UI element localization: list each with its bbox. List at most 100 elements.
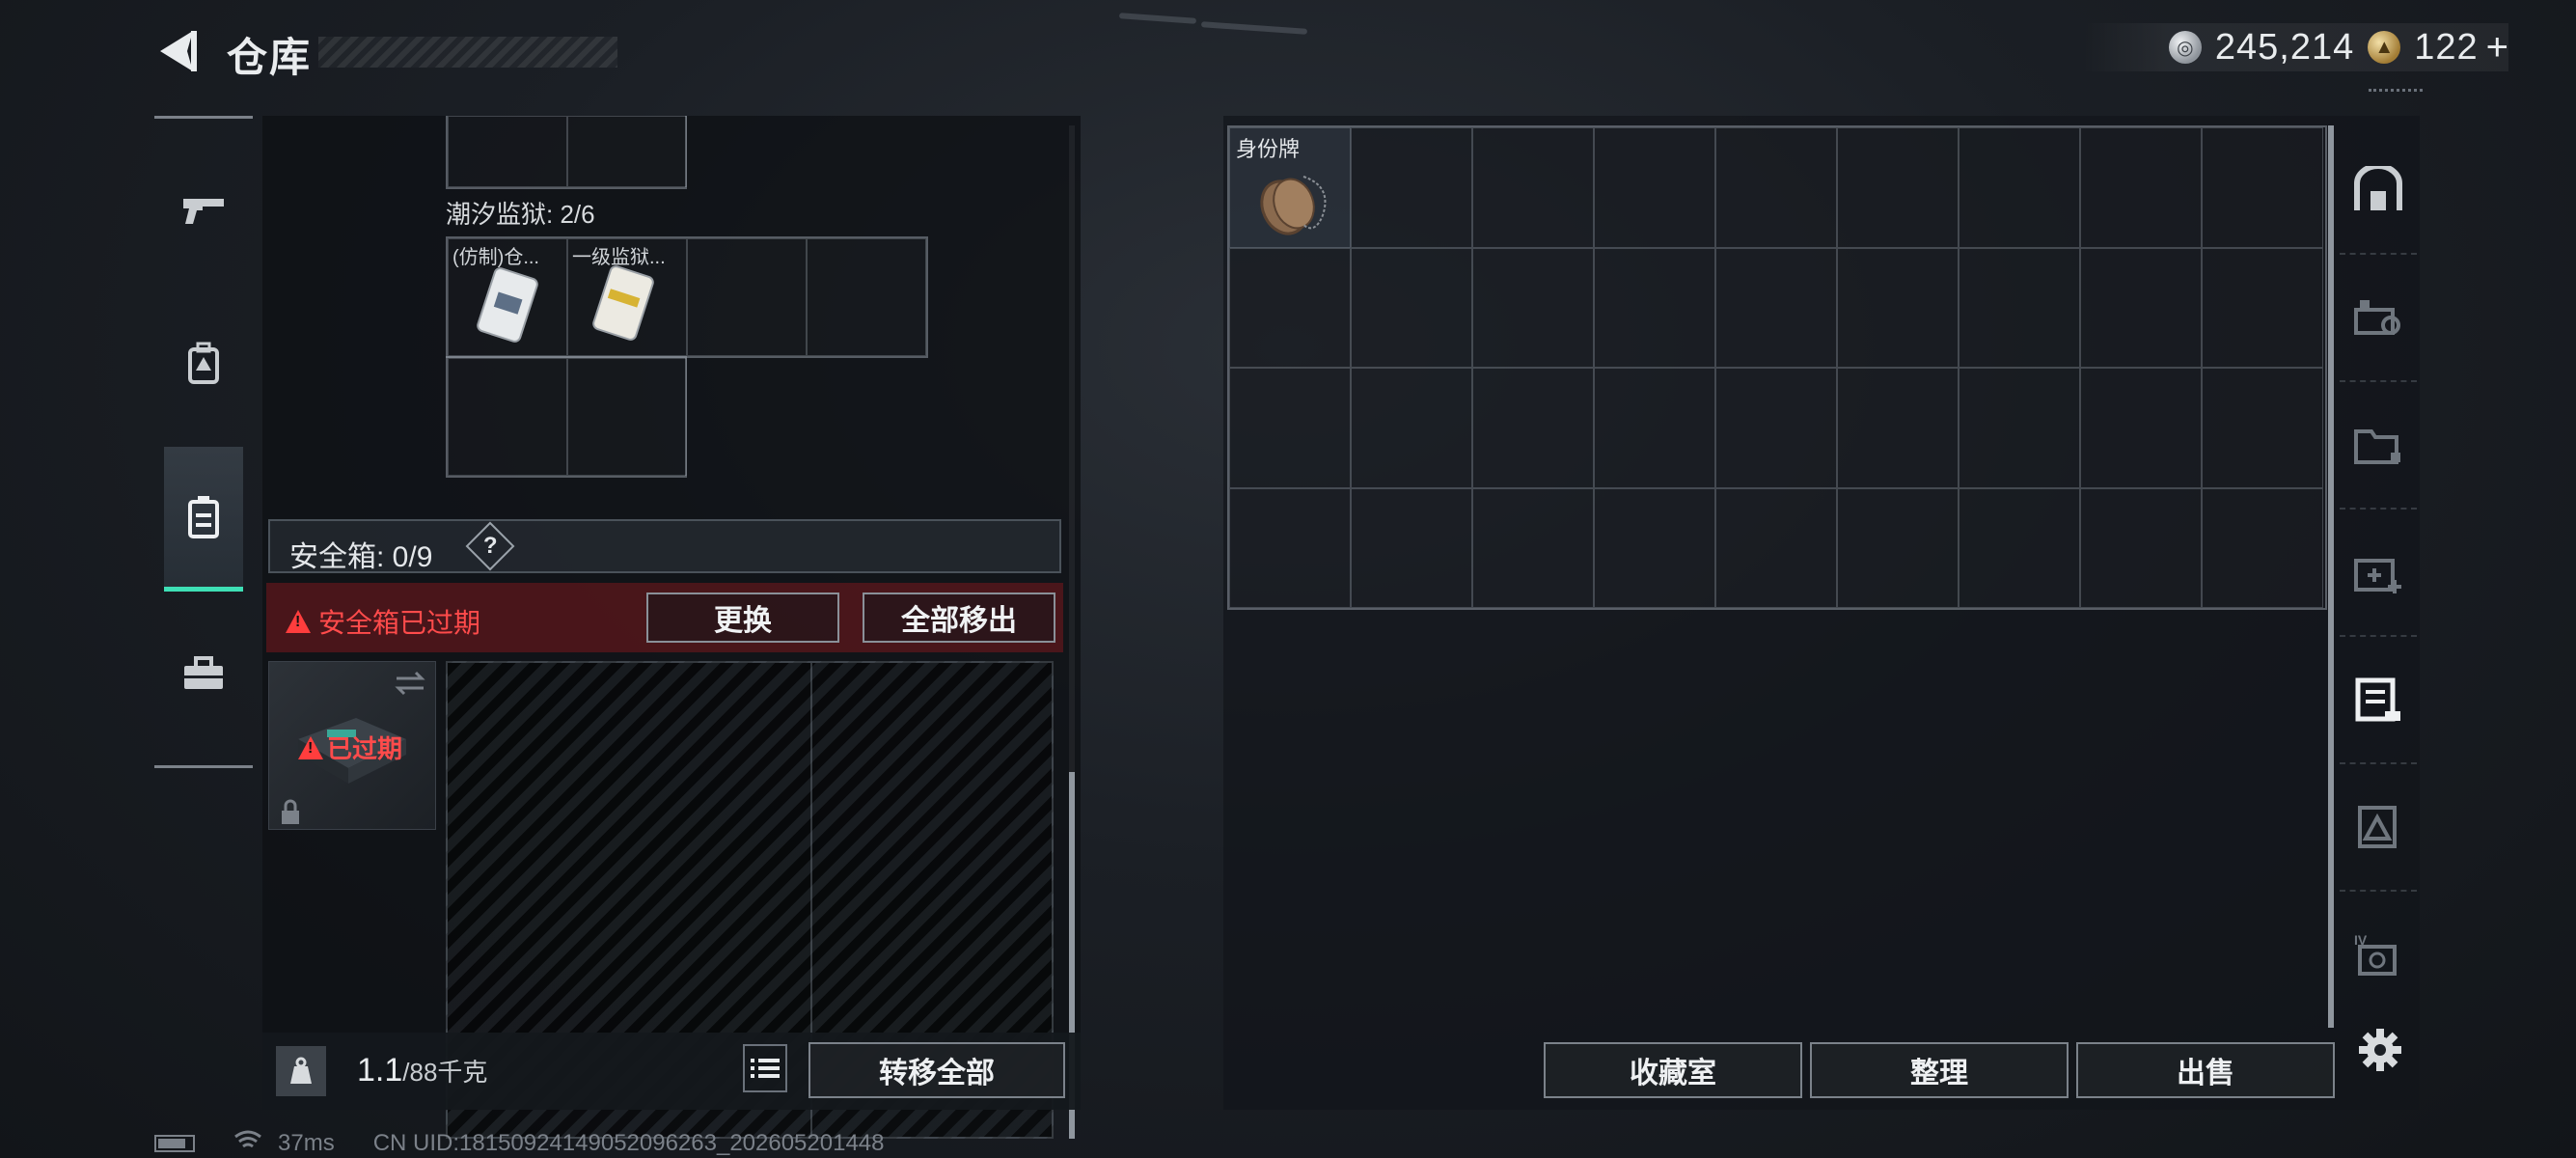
stash-cell[interactable]	[1472, 487, 1594, 608]
silver-amount: 245,214	[2214, 26, 2355, 68]
vault-icon	[2354, 166, 2402, 210]
grid-cell[interactable]	[567, 116, 687, 187]
more-dots-icon	[2369, 89, 2423, 97]
tab-tier-stash[interactable]: IV	[2340, 890, 2417, 1019]
tab-gear-stash[interactable]	[2340, 380, 2417, 510]
tab-container-stash[interactable]	[2340, 635, 2417, 764]
stash-cell[interactable]	[1837, 127, 1959, 248]
stash-cell[interactable]	[1229, 487, 1351, 608]
stash-cell[interactable]	[1472, 368, 1594, 488]
tab-weapons-stash[interactable]	[2340, 253, 2417, 382]
stash-cell[interactable]	[1351, 368, 1472, 488]
grid-item-slot[interactable]: (仿制)仓...	[448, 238, 567, 356]
safebox-header: 安全箱: 0/9 ?	[268, 519, 1061, 573]
page-title: 仓库	[227, 35, 313, 80]
silver-coin-icon: ◎	[2168, 31, 2202, 64]
stash-cell[interactable]	[1959, 127, 2080, 248]
help-icon[interactable]: ?	[465, 521, 515, 571]
medkit-icon	[2354, 559, 2401, 593]
stash-cell[interactable]	[1594, 247, 1715, 368]
document-stash-icon	[2355, 677, 2400, 722]
stash-cell[interactable]	[2080, 487, 2202, 608]
safebox-label: 安全箱: 0/9	[289, 541, 433, 573]
key-stash-icon	[2358, 806, 2397, 848]
help-glyph: ?	[482, 532, 498, 559]
replace-button[interactable]: 更换	[646, 593, 839, 643]
stash-item-dogtag[interactable]: 身份牌	[1229, 127, 1351, 248]
title-stripe	[318, 37, 617, 68]
add-currency-button[interactable]: +	[2486, 26, 2508, 69]
stash-cell[interactable]	[1715, 487, 1837, 608]
stash-cell[interactable]	[2202, 127, 2323, 248]
stash-cell[interactable]	[1715, 127, 1837, 248]
category-sidebar	[154, 116, 253, 768]
stash-cell[interactable]	[1837, 368, 1959, 488]
grid-cell[interactable]	[567, 358, 687, 476]
stash-cell[interactable]	[2080, 247, 2202, 368]
stash-cell[interactable]	[2202, 247, 2323, 368]
sell-button[interactable]: 出售	[2076, 1042, 2335, 1098]
list-view-button[interactable]	[743, 1044, 787, 1092]
expired-tag: 已过期	[298, 730, 402, 765]
stash-cell[interactable]	[1959, 368, 2080, 488]
warning-icon	[298, 735, 323, 759]
list-icon	[751, 1059, 780, 1078]
stash-cell[interactable]	[1594, 368, 1715, 488]
prison-keycard-icon	[592, 265, 654, 341]
stash-cell[interactable]	[2202, 487, 2323, 608]
grid-item-slot[interactable]: 一级监狱...	[567, 238, 687, 356]
tab-toolbox[interactable]	[164, 601, 243, 746]
grid-cell[interactable]	[448, 358, 567, 476]
currency-display: ◎ 245,214 ▲ 122 +	[2081, 23, 2508, 71]
item-name: (仿制)仓...	[452, 247, 539, 268]
background-streak	[1200, 21, 1308, 35]
stash-cell[interactable]	[1229, 247, 1351, 368]
stash-cell[interactable]	[1472, 247, 1594, 368]
tab-medical-stash[interactable]	[2340, 508, 2417, 637]
tab-all-stash[interactable]	[2340, 125, 2417, 253]
stash-cell[interactable]	[1594, 487, 1715, 608]
tab-key-stash[interactable]	[2340, 762, 2417, 892]
stash-cell[interactable]	[1351, 247, 1472, 368]
stash-cell[interactable]	[1594, 127, 1715, 248]
grid-cell[interactable]	[807, 238, 926, 356]
container-label: 潮汐监狱: 2/6	[446, 200, 595, 229]
toolbox-icon	[184, 656, 223, 689]
organize-button[interactable]: 整理	[1810, 1042, 2069, 1098]
stash-cell[interactable]	[1837, 487, 1959, 608]
stash-cell[interactable]	[2080, 127, 2202, 248]
gold-amount: 122	[2414, 26, 2479, 68]
safebox-slot[interactable]: 已过期	[268, 661, 436, 830]
pistol-icon	[183, 199, 224, 224]
stash-cell[interactable]	[1229, 368, 1351, 488]
tab-container[interactable]	[164, 447, 243, 592]
stash-cell[interactable]	[1959, 247, 2080, 368]
tab-gear[interactable]	[164, 290, 243, 435]
background-streak	[1118, 13, 1197, 24]
swap-icon[interactable]	[393, 670, 427, 697]
stash-cell[interactable]	[1472, 127, 1594, 248]
gear-icon[interactable]	[2357, 1027, 2403, 1073]
remove-all-button[interactable]: 全部移出	[863, 593, 1055, 643]
stash-cell[interactable]	[1351, 487, 1472, 608]
tab-weapons[interactable]	[164, 138, 243, 283]
container-grid-top	[446, 116, 687, 189]
back-arrow-icon[interactable]	[154, 27, 203, 75]
expired-text: 已过期	[327, 734, 403, 763]
transfer-all-button[interactable]: 转移全部	[808, 1042, 1065, 1098]
gold-coin-icon: ▲	[2368, 31, 2401, 64]
stash-cell[interactable]	[2080, 368, 2202, 488]
stash-cell[interactable]	[1715, 368, 1837, 488]
stash-cell[interactable]	[1715, 247, 1837, 368]
grid-cell[interactable]	[448, 116, 567, 187]
grid-cell[interactable]	[687, 238, 807, 356]
weight-readout: 1.1/88千克	[357, 1052, 487, 1089]
stash-cell[interactable]	[1837, 247, 1959, 368]
stash-cell[interactable]	[1351, 127, 1472, 248]
collection-room-button[interactable]: 收藏室	[1544, 1042, 1802, 1098]
warning-icon	[286, 610, 311, 633]
backpack-icon	[188, 342, 219, 384]
stash-cell[interactable]	[1959, 487, 2080, 608]
stash-cell[interactable]	[2202, 368, 2323, 488]
stash-scrollbar[interactable]	[2328, 125, 2334, 1028]
